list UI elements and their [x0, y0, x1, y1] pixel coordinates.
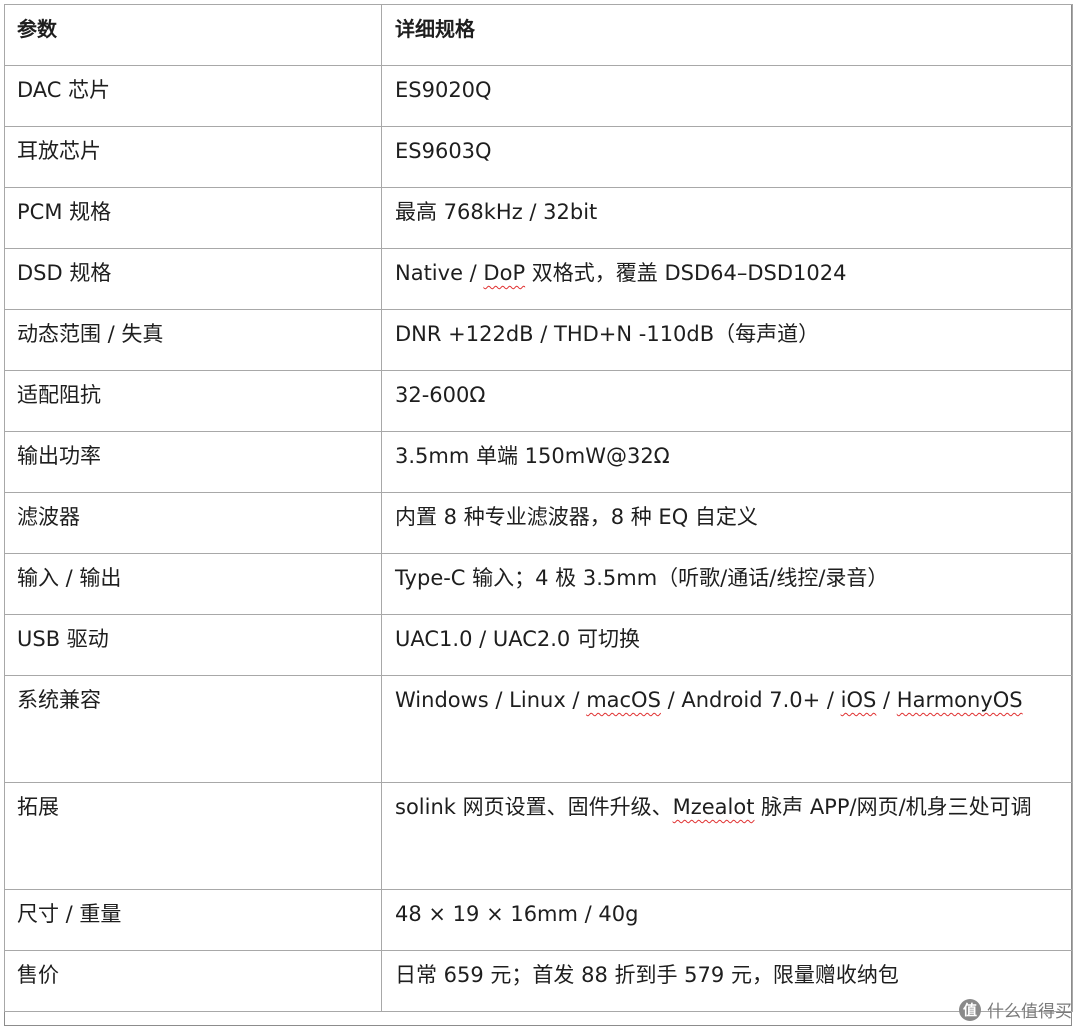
spec-text: 双格式，覆盖 DSD64–DSD1024	[525, 261, 847, 285]
param-cell: PCM 规格	[17, 200, 112, 224]
param-cell: DAC 芯片	[17, 78, 111, 102]
spec-text: solink 网页设置、固件升级、	[395, 795, 673, 819]
header-spec: 详细规格	[381, 4, 1073, 66]
spec-cell: 32-600Ω	[395, 383, 486, 407]
spec-cell: 48 × 19 × 16mm / 40g	[395, 902, 639, 926]
spec-cell: 最高 768kHz / 32bit	[395, 200, 598, 224]
spec-cell: Type-C 输入；4 极 3.5mm（听歌/通话/线控/录音）	[395, 566, 889, 590]
table-row: USB 驱动 UAC1.0 / UAC2.0 可切换	[4, 614, 1073, 676]
spec-cell: 3.5mm 单端 150mW@32Ω	[395, 444, 670, 468]
param-cell: 系统兼容	[17, 688, 101, 712]
table-row: 拓展 solink 网页设置、固件升级、Mzealot 脉声 APP/网页/机身…	[4, 782, 1073, 890]
spec-cell: Native / DoP 双格式，覆盖 DSD64–DSD1024	[382, 249, 1072, 297]
smzdm-logo-icon: 值	[959, 998, 981, 1021]
table-row: 动态范围 / 失真 DNR +122dB / THD+N -110dB（每声道）	[4, 309, 1073, 371]
param-cell: 动态范围 / 失真	[17, 322, 164, 346]
spec-cell: ES9603Q	[395, 139, 492, 163]
watermark: 值 什么值得买	[959, 997, 1072, 1022]
spec-text: /	[876, 688, 897, 712]
spec-cell: Windows / Linux / macOS / Android 7.0+ /…	[382, 676, 1072, 724]
table-row: 尺寸 / 重量 48 × 19 × 16mm / 40g	[4, 889, 1073, 951]
spellcheck-word: HarmonyOS	[896, 688, 1023, 712]
param-cell: 耳放芯片	[17, 139, 101, 163]
param-cell: 输出功率	[17, 444, 101, 468]
param-cell: 适配阻抗	[17, 383, 101, 407]
spec-cell: DNR +122dB / THD+N -110dB（每声道）	[395, 322, 820, 346]
table-row: 售价 日常 659 元；首发 88 折到手 579 元，限量赠收纳包	[4, 950, 1073, 1012]
spec-text: Native /	[395, 261, 484, 285]
spellcheck-word: iOS	[840, 688, 877, 712]
table-row: DSD 规格 Native / DoP 双格式，覆盖 DSD64–DSD1024	[4, 248, 1073, 310]
table-row: 系统兼容 Windows / Linux / macOS / Android 7…	[4, 675, 1073, 783]
spec-cell: ES9020Q	[395, 78, 492, 102]
table-header-row: 参数 详细规格	[4, 4, 1073, 66]
table-row: 输入 / 输出 Type-C 输入；4 极 3.5mm（听歌/通话/线控/录音）	[4, 553, 1073, 615]
table-row: 耳放芯片 ES9603Q	[4, 126, 1073, 188]
spec-text: / Android 7.0+ /	[660, 688, 841, 712]
table-row: 输出功率 3.5mm 单端 150mW@32Ω	[4, 431, 1073, 493]
spec-text: 脉声 APP/网页/机身三处可调	[754, 795, 1032, 819]
spec-cell: 日常 659 元；首发 88 折到手 579 元，限量赠收纳包	[395, 963, 899, 987]
header-param: 参数	[4, 4, 382, 66]
param-cell: 输入 / 输出	[17, 566, 122, 590]
param-cell: 售价	[17, 963, 59, 987]
param-cell: 尺寸 / 重量	[17, 902, 122, 926]
table-row: 适配阻抗 32-600Ω	[4, 370, 1073, 432]
spec-table: 参数 详细规格 DAC 芯片 ES9020Q 耳放芯片 ES9603Q PCM …	[4, 4, 1073, 1012]
table-row: PCM 规格 最高 768kHz / 32bit	[4, 187, 1073, 249]
table-row: 滤波器 内置 8 种专业滤波器，8 种 EQ 自定义	[4, 492, 1073, 554]
table-row: DAC 芯片 ES9020Q	[4, 65, 1073, 127]
spec-cell: 内置 8 种专业滤波器，8 种 EQ 自定义	[395, 505, 758, 529]
spec-cell: UAC1.0 / UAC2.0 可切换	[395, 627, 640, 651]
param-cell: DSD 规格	[17, 261, 112, 285]
spellcheck-word: macOS	[586, 688, 661, 712]
spellcheck-word: DoP	[483, 261, 526, 285]
spec-cell: solink 网页设置、固件升级、Mzealot 脉声 APP/网页/机身三处可…	[382, 783, 1072, 831]
spec-text: Windows / Linux /	[395, 688, 587, 712]
param-cell: 拓展	[17, 795, 59, 819]
spellcheck-word: Mzealot	[672, 795, 755, 819]
param-cell: USB 驱动	[17, 627, 109, 651]
watermark-text: 什么值得买	[987, 1002, 1072, 1022]
param-cell: 滤波器	[17, 505, 80, 529]
